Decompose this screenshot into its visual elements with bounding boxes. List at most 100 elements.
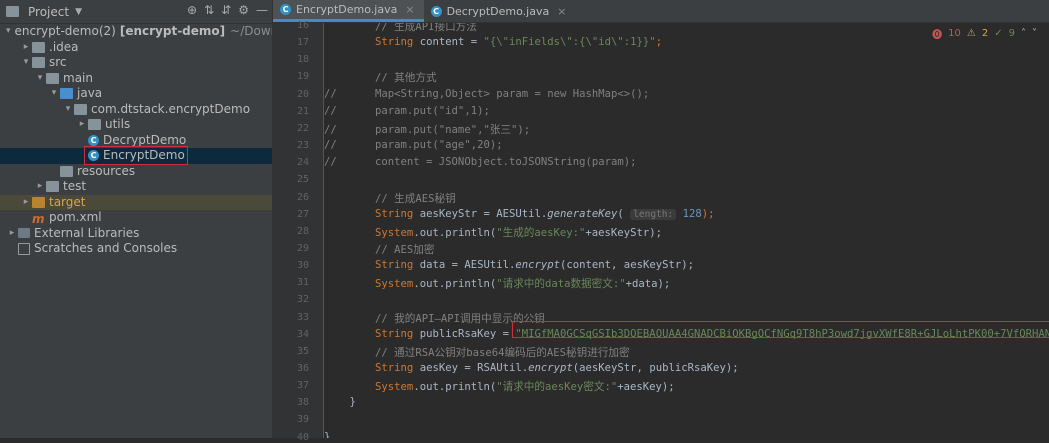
line-number: 34 <box>296 328 309 340</box>
code-token: // param.put("age",20); <box>324 139 503 152</box>
tree-item[interactable]: m pom.xml <box>0 210 272 226</box>
close-icon[interactable]: × <box>405 3 414 16</box>
code-token: aesKey = RSAUtil. <box>413 362 529 374</box>
code-line[interactable]: // content = JSONObject.toJSONString(par… <box>324 156 637 168</box>
line-number: 28 <box>296 225 309 237</box>
chevron-right-icon[interactable]: ▸ <box>6 226 18 242</box>
code-token: ); <box>701 207 715 220</box>
tree-item[interactable]: ▸ target <box>0 194 272 211</box>
chevron-right-icon[interactable]: ▸ <box>20 40 32 56</box>
tree-item[interactable]: ▸ .idea <box>0 40 272 56</box>
code-line[interactable]: String data = AESUtil.encrypt(content, a… <box>324 259 694 271</box>
chevron-down-icon[interactable]: ˅ <box>1032 28 1037 39</box>
code-token: "请求中的data数据密文:" <box>496 278 626 291</box>
code-token: +data); <box>625 278 671 291</box>
code-token: encrypt <box>515 259 561 272</box>
code-line[interactable]: // Map<String,Object> param = new HashMa… <box>324 88 649 100</box>
tree-item[interactable]: ▾encrypt-demo(2)[encrypt-demo] ~/Download… <box>0 24 272 40</box>
code-token: data = AESUtil. <box>413 259 516 272</box>
chevron-up-icon[interactable]: ˄ <box>1021 28 1026 39</box>
code-editor[interactable]: // 生成API接口方法 String content = "{\"inFiel… <box>324 23 1049 438</box>
tab-decryptdemo-java[interactable]: C DecryptDemo.java × <box>424 0 576 22</box>
line-number: 39 <box>296 414 309 426</box>
tree-item[interactable]: ▾ java <box>0 86 272 102</box>
highlight-frame <box>512 321 1049 338</box>
line-number: 38 <box>296 397 309 409</box>
code-line[interactable]: } <box>324 431 330 438</box>
code-line[interactable]: String aesKey = RSAUtil.encrypt(aesKeySt… <box>324 362 739 374</box>
code-line[interactable]: // 生成API接口方法 <box>324 23 477 34</box>
project-tree: ▾encrypt-demo(2)[encrypt-demo]~/Download… <box>0 24 272 257</box>
parameter-hint: length: <box>630 208 677 220</box>
tree-item-label: src <box>49 55 67 69</box>
tree-item[interactable]: ▾ main <box>0 71 272 87</box>
hide-icon[interactable]: — <box>256 3 268 17</box>
line-number: 35 <box>296 345 309 357</box>
resources-folder-icon <box>60 165 73 177</box>
tab-encryptdemo-java[interactable]: C EncryptDemo.java × <box>273 0 424 22</box>
tab-label: DecryptDemo.java <box>446 4 550 18</box>
chevron-down-icon[interactable]: ▾ <box>20 55 32 71</box>
chevron-right-icon[interactable]: ▸ <box>34 179 46 195</box>
code-token: System <box>375 226 414 239</box>
code-line[interactable]: } <box>324 396 356 408</box>
collapse-all-icon[interactable]: ⇵ <box>221 3 231 17</box>
chevron-down-icon[interactable]: ▾ <box>34 71 46 87</box>
code-line[interactable]: // 生成AES秘钥 <box>324 191 456 206</box>
line-number: 33 <box>296 311 309 323</box>
tree-item[interactable]: Scratches and Consoles <box>0 241 272 257</box>
ok-count: 9 <box>1008 28 1015 39</box>
expand-all-icon[interactable]: ⇅ <box>204 3 214 17</box>
code-token: (content, aesKeyStr); <box>560 259 694 272</box>
code-line[interactable]: System.out.println("请求中的aesKey密文:"+aesKe… <box>324 379 675 394</box>
folder-icon <box>32 41 45 53</box>
chevron-down-icon[interactable]: ▼ <box>75 7 82 17</box>
code-line[interactable]: System.out.println("请求中的data数据密文:"+data)… <box>324 276 670 291</box>
inspection-widget[interactable]: ⓿ 10 ⚠ 2 ✓ 9 ˄ ˅ <box>932 26 1037 41</box>
tree-item[interactable]: ▾ src <box>0 55 272 71</box>
tree-item[interactable]: ▸ utils <box>0 117 272 133</box>
line-number: 29 <box>296 242 309 254</box>
line-number: 21 <box>296 105 309 117</box>
code-line[interactable]: // 通过RSA公钥对base64编码后的AES秘钥进行加密 <box>324 345 630 360</box>
project-panel-title[interactable]: Project <box>28 5 69 19</box>
code-line[interactable]: // param.put("id",1); <box>324 105 490 117</box>
code-line[interactable]: // param.put("age",20); <box>324 139 503 151</box>
editor-tabs: C EncryptDemo.java × C DecryptDemo.java × <box>273 0 1049 23</box>
gear-icon[interactable]: ⚙ <box>238 3 249 17</box>
tree-item-label: test <box>63 179 87 193</box>
code-token: String <box>375 207 414 220</box>
code-line[interactable]: String aesKeyStr = AESUtil.generateKey( … <box>324 208 715 220</box>
chevron-right-icon[interactable]: ▸ <box>76 117 88 133</box>
locate-icon[interactable]: ⊕ <box>187 3 197 17</box>
chevron-down-icon[interactable]: ▾ <box>6 24 11 40</box>
code-token: ; <box>655 36 663 49</box>
code-line[interactable]: // AES加密 <box>324 242 434 257</box>
code-line[interactable]: // 其他方式 <box>324 70 437 85</box>
chevron-down-icon[interactable]: ▾ <box>62 102 74 118</box>
code-line[interactable]: System.out.println("生成的aesKey:"+aesKeySt… <box>324 225 662 240</box>
code-line[interactable]: // param.put("name","张三"); <box>324 122 530 137</box>
code-line[interactable]: String content = "{\"inFields\":{\"id\":… <box>324 36 662 48</box>
tree-item-label: resources <box>77 163 136 178</box>
tree-item[interactable]: ▸ test <box>0 179 272 195</box>
package-icon <box>88 119 101 131</box>
line-number: 22 <box>296 122 309 134</box>
chevron-right-icon[interactable]: ▸ <box>20 195 32 211</box>
project-path: ~/Downloads/( <box>230 24 272 38</box>
tree-item[interactable]: resources <box>0 164 272 180</box>
close-icon[interactable]: × <box>557 5 566 18</box>
code-token: } <box>324 430 331 438</box>
tree-item[interactable]: ▾ com.dtstack.encryptDemo <box>0 102 272 118</box>
code-token: String <box>375 362 414 374</box>
tree-item[interactable]: ▸ External Libraries <box>0 226 272 242</box>
excluded-folder-icon <box>32 196 45 208</box>
code-token: +aesKeyStr); <box>585 226 662 239</box>
chevron-down-icon[interactable]: ▾ <box>48 86 60 102</box>
